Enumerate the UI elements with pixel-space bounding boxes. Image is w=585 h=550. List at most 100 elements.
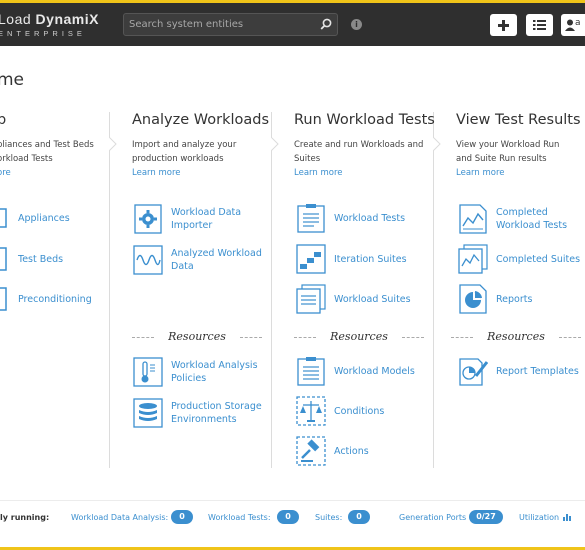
chart-pencil-icon — [459, 358, 488, 386]
label-line: Workload Data — [171, 207, 242, 218]
scale-icon — [296, 396, 326, 426]
setup-column: p pliances and Test Beds orkload Tests o… — [0, 112, 94, 178]
model-clipboard-icon — [297, 357, 325, 386]
column-title: Run Workload Tests — [294, 112, 435, 128]
generation-ports-value[interactable]: 0/27 — [469, 510, 503, 524]
workload-data-analysis-label[interactable]: Workload Data Analysis: — [71, 513, 168, 522]
line-chart-doc-icon — [459, 204, 487, 234]
view-test-results-column: View Test Results View your Workload Run… — [456, 112, 581, 178]
chevron-right-icon — [271, 137, 279, 151]
waveform-icon — [133, 245, 163, 275]
plus-icon — [498, 20, 509, 31]
label-line: Workload Tests — [496, 220, 568, 231]
learn-more-link[interactable]: Learn more — [132, 168, 269, 178]
preconditioning-link[interactable]: Preconditioning — [0, 284, 92, 314]
column-description: View your Workload Run and Suite Run res… — [456, 138, 581, 166]
description-line: Create and run Workloads and — [294, 140, 424, 150]
search-icon[interactable] — [319, 17, 333, 31]
add-button[interactable] — [490, 14, 517, 36]
label-line: Production Storage — [171, 401, 262, 412]
brand-name-bold: DynamiX — [35, 11, 99, 27]
test-beds-link[interactable]: Test Beds — [0, 244, 63, 274]
user-menu-button[interactable]: a — [561, 14, 585, 36]
brand-name-plain: Load — [0, 11, 36, 27]
description-line: orkload Tests — [0, 154, 53, 164]
suites-label[interactable]: Suites: — [315, 513, 342, 522]
workload-tests-count[interactable]: 0 — [277, 510, 299, 524]
appliance-icon — [0, 208, 7, 228]
item-label: Analyzed Workload Data — [171, 247, 262, 273]
column-title: p — [0, 112, 7, 128]
gavel-icon — [296, 436, 326, 466]
gear-document-icon — [134, 204, 162, 234]
info-icon[interactable]: i — [351, 19, 362, 30]
analyze-workloads-column: Analyze Workloads Import and analyze you… — [132, 112, 269, 178]
production-storage-environments-link[interactable]: Production Storage Environments — [133, 398, 262, 428]
run-workload-tests-column: Run Workload Tests Create and run Worklo… — [294, 112, 435, 178]
description-line: and Suite Run results — [456, 154, 547, 164]
column-description: Import and analyze your production workl… — [132, 138, 269, 166]
workload-data-analysis-count[interactable]: 0 — [171, 510, 193, 524]
brand-logo[interactable]: Load DynamiX ENTERPRISE — [0, 11, 99, 38]
pie-chart-doc-icon — [459, 284, 487, 314]
appliances-link[interactable]: Appliances — [0, 203, 70, 233]
column-title: Analyze Workloads — [132, 112, 270, 128]
running-label: ly running: — [0, 513, 50, 522]
description-line: Suites — [294, 154, 321, 164]
label-line: Data — [171, 261, 194, 272]
database-icon — [133, 398, 163, 428]
item-label: Completed Workload Tests — [496, 206, 567, 232]
test-bed-icon — [0, 247, 7, 271]
learn-more-link[interactable]: Learn more — [456, 168, 581, 178]
workload-data-importer-link[interactable]: Workload Data Importer — [133, 204, 241, 234]
learn-more-link[interactable]: ore — [0, 168, 94, 178]
actions-link[interactable]: Actions — [296, 436, 369, 466]
label-line: Environments — [171, 414, 237, 425]
list-button[interactable] — [526, 14, 553, 36]
item-label: Report Templates — [496, 365, 579, 377]
label-line: Completed — [496, 207, 548, 218]
item-label: Iteration Suites — [334, 253, 407, 265]
item-label: Actions — [334, 445, 369, 457]
resources-heading: Resources — [451, 330, 581, 343]
search-box — [123, 13, 338, 36]
item-label: Completed Suites — [496, 253, 581, 265]
conditions-link[interactable]: Conditions — [296, 396, 384, 426]
workload-suites-link[interactable]: Workload Suites — [296, 284, 411, 314]
workload-analysis-policies-link[interactable]: Workload Analysis Policies — [133, 357, 258, 387]
bar-chart-icon[interactable] — [563, 513, 572, 521]
reports-link[interactable]: Reports — [458, 284, 532, 314]
user-icon — [565, 19, 575, 31]
workload-tests-link[interactable]: Workload Tests — [296, 203, 405, 233]
label-line: Policies — [171, 373, 207, 384]
item-label: Production Storage Environments — [171, 400, 262, 426]
item-label: Workload Data Importer — [171, 206, 241, 232]
analyzed-workload-data-link[interactable]: Analyzed Workload Data — [133, 245, 262, 275]
report-templates-link[interactable]: Report Templates — [458, 356, 579, 386]
chevron-right-icon — [109, 137, 117, 151]
completed-suites-link[interactable]: Completed Suites — [458, 244, 580, 274]
workload-tests-label[interactable]: Workload Tests: — [208, 513, 271, 522]
brand-edition: ENTERPRISE — [0, 29, 86, 38]
suites-count[interactable]: 0 — [348, 510, 370, 524]
item-label: Preconditioning — [18, 293, 92, 305]
label-line: Analyzed Workload — [171, 248, 262, 259]
item-label: Workload Analysis Policies — [171, 359, 258, 385]
steps-icon — [296, 244, 326, 274]
item-label: Workload Models — [334, 365, 415, 377]
list-icon — [533, 20, 546, 30]
workload-models-link[interactable]: Workload Models — [296, 356, 415, 386]
learn-more-link[interactable]: Learn more — [294, 168, 435, 178]
generation-ports-label[interactable]: Generation Ports — [399, 513, 466, 522]
iteration-suites-link[interactable]: Iteration Suites — [296, 244, 407, 274]
item-label: Workload Tests — [334, 212, 406, 224]
label-line: Importer — [171, 220, 213, 231]
resources-heading: Resources — [132, 330, 262, 343]
preconditioning-icon — [0, 287, 7, 311]
search-input[interactable] — [124, 14, 314, 35]
completed-workload-tests-link[interactable]: Completed Workload Tests — [458, 204, 567, 234]
status-footer — [0, 500, 585, 550]
column-description: Create and run Workloads and Suites — [294, 138, 435, 166]
utilization-label[interactable]: Utilization — [519, 513, 559, 522]
description-line: View your Workload Run — [456, 140, 560, 150]
